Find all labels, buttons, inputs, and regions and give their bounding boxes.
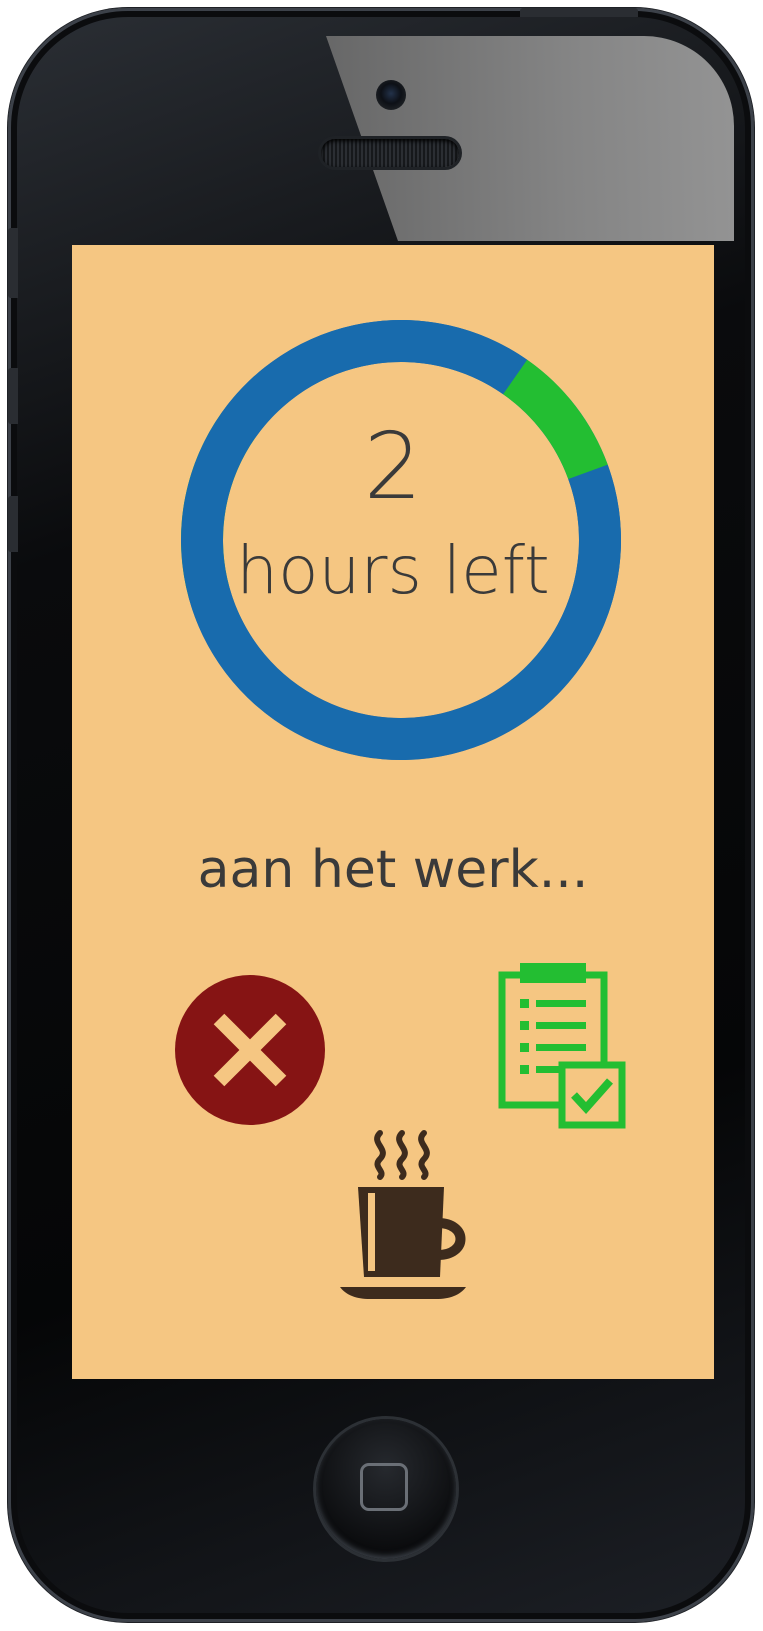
volume-down-button[interactable] bbox=[8, 496, 18, 552]
hours-remaining-value: 2 bbox=[363, 413, 423, 520]
hours-remaining-label: hours left bbox=[236, 532, 550, 609]
mute-switch[interactable] bbox=[8, 228, 18, 298]
earpiece-speaker bbox=[321, 139, 459, 167]
front-camera bbox=[376, 80, 406, 110]
status-text: aan het werk... bbox=[197, 840, 589, 900]
coffee-break-button[interactable] bbox=[340, 1127, 472, 1307]
power-button[interactable] bbox=[520, 8, 638, 17]
home-square-icon bbox=[360, 1463, 408, 1511]
home-button[interactable] bbox=[316, 1419, 456, 1559]
cancel-button[interactable] bbox=[175, 975, 325, 1125]
close-icon bbox=[213, 1013, 287, 1087]
coffee-cup-icon bbox=[340, 1130, 466, 1299]
clipboard-checklist-icon bbox=[498, 963, 626, 1129]
app-screen: 2 hours left aan het werk... bbox=[72, 245, 714, 1379]
tasks-button[interactable] bbox=[498, 963, 628, 1133]
phone-frame: 2 hours left aan het werk... bbox=[8, 8, 754, 1622]
volume-up-button[interactable] bbox=[8, 368, 18, 424]
